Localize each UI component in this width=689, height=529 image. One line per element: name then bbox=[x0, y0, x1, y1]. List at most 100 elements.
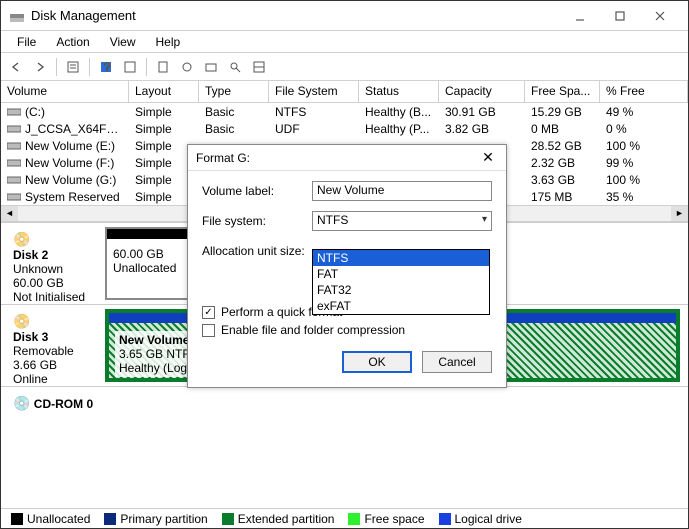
option-fat[interactable]: FAT bbox=[313, 266, 489, 282]
dialog-titlebar: Format G: ✕ bbox=[188, 145, 506, 171]
disk-info: 📀 Disk 3 Removable 3.66 GB Online bbox=[9, 309, 99, 382]
list-icon[interactable] bbox=[248, 56, 270, 78]
disk-info: 📀 Disk 2 Unknown 60.00 GB Not Initialise… bbox=[9, 227, 99, 300]
legend-logical: Logical drive bbox=[439, 512, 522, 526]
cell-cap: 3.82 GB bbox=[439, 122, 525, 136]
settings-icon[interactable] bbox=[176, 56, 198, 78]
app-icon bbox=[9, 8, 25, 24]
help-button[interactable]: ? bbox=[95, 56, 117, 78]
col-pct[interactable]: % Free bbox=[600, 81, 688, 102]
disk-status: Online bbox=[13, 372, 95, 386]
cell-layout: Simple bbox=[129, 105, 199, 119]
disk-title: CD-ROM 0 bbox=[34, 397, 93, 411]
cell-status: Healthy (B... bbox=[359, 105, 439, 119]
cell-name: New Volume (F:) bbox=[1, 156, 129, 170]
option-exfat[interactable]: exFAT bbox=[313, 298, 489, 314]
disk-status: Not Initialised bbox=[13, 290, 95, 304]
separator bbox=[146, 58, 147, 76]
volume-label-input[interactable]: New Volume bbox=[312, 181, 492, 201]
volume-icon bbox=[7, 122, 21, 132]
dialog-close-button[interactable]: ✕ bbox=[478, 149, 498, 166]
file-system-dropdown: NTFS FAT FAT32 exFAT bbox=[312, 249, 490, 315]
partition-status: Unallocated bbox=[113, 261, 197, 275]
cell-name: J_CCSA_X64FRE_E... bbox=[1, 122, 129, 136]
col-layout[interactable]: Layout bbox=[129, 81, 199, 102]
volume-row[interactable]: (C:)SimpleBasicNTFSHealthy (B...30.91 GB… bbox=[1, 103, 688, 120]
menu-action[interactable]: Action bbox=[46, 33, 99, 51]
volume-icon bbox=[7, 156, 21, 166]
col-volume[interactable]: Volume bbox=[1, 81, 129, 102]
format-dialog: Format G: ✕ Volume label: New Volume Fil… bbox=[187, 144, 507, 388]
separator bbox=[56, 58, 57, 76]
cell-free: 0 MB bbox=[525, 122, 600, 136]
contents-button[interactable] bbox=[62, 56, 84, 78]
cell-status: Healthy (P... bbox=[359, 122, 439, 136]
cell-free: 15.29 GB bbox=[525, 105, 600, 119]
cell-pct: 35 % bbox=[600, 190, 660, 204]
cell-type: Basic bbox=[199, 105, 269, 119]
scroll-left-icon[interactable]: ◄ bbox=[1, 206, 18, 221]
cell-name: New Volume (E:) bbox=[1, 139, 129, 153]
cancel-button[interactable]: Cancel bbox=[422, 351, 492, 373]
volume-row[interactable]: J_CCSA_X64FRE_E...SimpleBasicUDFHealthy … bbox=[1, 120, 688, 137]
maximize-button[interactable] bbox=[600, 2, 640, 30]
ok-button[interactable]: OK bbox=[342, 351, 412, 373]
disk-kind: Removable bbox=[13, 344, 95, 358]
compression-checkbox[interactable]: Enable file and folder compression bbox=[202, 323, 492, 337]
disk-icon: 📀 bbox=[13, 313, 95, 330]
toolbar: ? bbox=[1, 53, 688, 81]
col-status[interactable]: Status bbox=[359, 81, 439, 102]
back-button[interactable] bbox=[5, 56, 27, 78]
volume-icon bbox=[7, 139, 21, 149]
option-fat32[interactable]: FAT32 bbox=[313, 282, 489, 298]
properties-icon[interactable] bbox=[200, 56, 222, 78]
col-type[interactable]: Type bbox=[199, 81, 269, 102]
cell-name: System Reserved bbox=[1, 190, 129, 204]
close-button[interactable] bbox=[640, 2, 680, 30]
option-ntfs[interactable]: NTFS bbox=[313, 250, 489, 266]
search-icon[interactable] bbox=[224, 56, 246, 78]
menu-file[interactable]: File bbox=[7, 33, 46, 51]
file-system-select[interactable]: NTFS▾ bbox=[312, 211, 492, 231]
cdrom-icon: 💿 bbox=[13, 395, 30, 411]
legend-extended: Extended partition bbox=[222, 512, 335, 526]
legend: Unallocated Primary partition Extended p… bbox=[1, 508, 688, 528]
volume-icon bbox=[7, 105, 21, 115]
legend-free: Free space bbox=[348, 512, 424, 526]
volume-icon bbox=[7, 190, 21, 200]
col-fs[interactable]: File System bbox=[269, 81, 359, 102]
disk-icon: 📀 bbox=[13, 231, 95, 248]
cell-free: 2.32 GB bbox=[525, 156, 600, 170]
checkbox-unchecked-icon bbox=[202, 324, 215, 337]
volume-icon bbox=[7, 173, 21, 183]
svg-text:?: ? bbox=[104, 60, 111, 74]
cell-pct: 100 % bbox=[600, 173, 660, 187]
disk-title: Disk 3 bbox=[13, 330, 95, 344]
disk-size: 3.66 GB bbox=[13, 358, 95, 372]
menubar: File Action View Help bbox=[1, 31, 688, 53]
forward-button[interactable] bbox=[29, 56, 51, 78]
col-capacity[interactable]: Capacity bbox=[439, 81, 525, 102]
partition-size: 60.00 GB bbox=[113, 247, 197, 261]
disk-pane-cdrom: 💿 CD-ROM 0 bbox=[1, 386, 688, 412]
legend-unallocated: Unallocated bbox=[11, 512, 90, 526]
refresh-button[interactable] bbox=[119, 56, 141, 78]
volume-list-header: Volume Layout Type File System Status Ca… bbox=[1, 81, 688, 103]
label-volume: Volume label: bbox=[202, 184, 312, 198]
minimize-button[interactable] bbox=[560, 2, 600, 30]
cell-pct: 100 % bbox=[600, 139, 660, 153]
label-aus: Allocation unit size: bbox=[202, 244, 312, 258]
cell-name: New Volume (G:) bbox=[1, 173, 129, 187]
label-fs: File system: bbox=[202, 214, 312, 228]
cell-pct: 0 % bbox=[600, 122, 660, 136]
menu-help[interactable]: Help bbox=[146, 33, 191, 51]
scroll-right-icon[interactable]: ► bbox=[671, 206, 688, 221]
cell-free: 3.63 GB bbox=[525, 173, 600, 187]
separator bbox=[89, 58, 90, 76]
cell-fs: NTFS bbox=[269, 105, 359, 119]
chevron-down-icon: ▾ bbox=[482, 214, 487, 225]
col-free[interactable]: Free Spa... bbox=[525, 81, 600, 102]
menu-view[interactable]: View bbox=[100, 33, 146, 51]
cell-name: (C:) bbox=[1, 105, 129, 119]
tool-icon[interactable] bbox=[152, 56, 174, 78]
